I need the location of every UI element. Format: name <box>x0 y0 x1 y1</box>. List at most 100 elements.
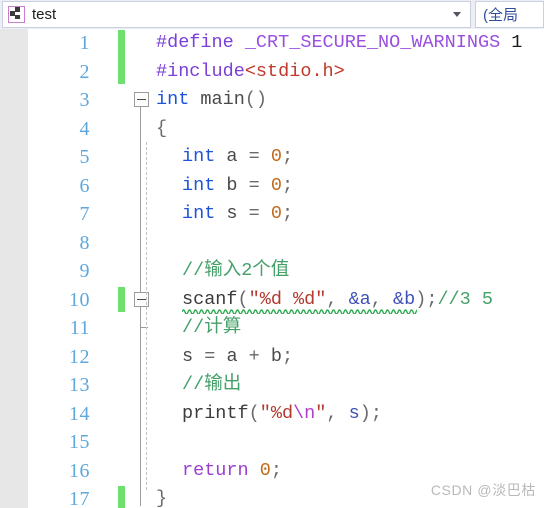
code-token: int <box>182 203 216 224</box>
chevron-down-icon[interactable] <box>453 12 461 17</box>
code-line[interactable]: int a = 0; <box>182 143 293 172</box>
code-token: return <box>182 459 249 481</box>
line-number: 14 <box>69 402 90 425</box>
code-token: = <box>248 203 271 224</box>
csdn-watermark: CSDN @淡巴枯 <box>430 482 536 498</box>
line-number: 5 <box>79 146 90 168</box>
code-token: { <box>156 117 168 139</box>
code-token: ; <box>426 288 438 310</box>
code-token: 0 <box>259 459 271 481</box>
line-number: 1 <box>79 32 90 54</box>
code-token: 0 <box>270 203 282 224</box>
code-token: int <box>156 89 190 110</box>
code-token: , <box>326 402 349 424</box>
line-number: 10 <box>69 288 90 311</box>
code-token: b <box>215 174 249 196</box>
code-line[interactable]: } <box>156 485 167 508</box>
scanf-deprecated-squiggle <box>182 308 417 314</box>
code-token: = <box>248 174 271 196</box>
project-name-label: test <box>32 6 57 23</box>
code-token: &a <box>348 288 371 310</box>
code-token: _CRT_SECURE_NO_WARNINGS <box>244 32 501 53</box>
code-line[interactable]: //输出 <box>182 371 241 400</box>
code-token: ) <box>415 288 427 310</box>
code-token: <stdio.h> <box>244 60 345 82</box>
line-number-gutter: 1 2 3 4 5 6 7 8 9 10 11 12 13 14 15 16 17 <box>28 29 100 508</box>
code-line[interactable]: return 0; <box>182 457 282 486</box>
code-token: ; <box>270 459 282 481</box>
code-token: 0 <box>270 146 282 167</box>
code-editor[interactable]: 1 2 3 4 5 6 7 8 9 10 11 12 13 14 15 16 17 #define _CRT_S… <box>0 29 544 508</box>
line-number: 11 <box>69 317 90 339</box>
code-line[interactable]: { <box>156 115 167 144</box>
code-token: = <box>248 146 271 167</box>
code-token: ) <box>359 402 371 424</box>
code-token: s <box>215 203 249 224</box>
visual-studio-editor-window: test (全局 1 2 3 4 5 6 7 8 9 10 11 12 13 14 15 16 17 #defi… <box>0 0 544 508</box>
code-line[interactable]: s = a + b; <box>182 343 293 372</box>
editor-navigation-bar: test (全局 <box>0 0 544 29</box>
member-dropdown-value: (全局 <box>483 7 518 24</box>
line-number: 13 <box>69 374 90 396</box>
line-number: 2 <box>79 60 90 83</box>
change-indicator-bar <box>118 30 125 84</box>
code-text-area[interactable]: #define _CRT_SECURE_NO_WARNINGS 1 #includ… <box>144 29 544 508</box>
line-number: 8 <box>79 231 90 254</box>
code-token: " <box>315 402 327 424</box>
line-number: 15 <box>69 431 90 453</box>
code-token: a <box>226 345 249 367</box>
code-token: ; <box>281 345 294 367</box>
code-token: ( <box>248 402 260 424</box>
code-line[interactable]: //输入2个值 <box>182 257 289 286</box>
code-token: main <box>189 89 245 110</box>
code-line[interactable]: //计算 <box>182 314 241 343</box>
line-number: 12 <box>69 345 90 368</box>
code-token: int <box>182 174 216 196</box>
code-token: //3 5 <box>437 288 493 310</box>
line-number: 17 <box>69 488 90 508</box>
change-indicator-bar <box>118 286 125 312</box>
code-line[interactable]: #include<stdio.h> <box>156 58 345 87</box>
code-line[interactable]: #define _CRT_SECURE_NO_WARNINGS 1 <box>156 29 522 58</box>
code-token: s <box>348 402 360 424</box>
code-token: + <box>248 345 271 367</box>
code-token: 0 <box>270 174 282 196</box>
code-token: ; <box>281 203 294 224</box>
code-token: \n <box>293 402 316 424</box>
code-token: &b <box>393 288 416 310</box>
code-token: 1 <box>500 32 523 53</box>
code-token: ( <box>237 288 249 310</box>
code-token: s <box>182 345 205 367</box>
line-number: 7 <box>79 203 90 225</box>
code-token: b <box>270 345 282 367</box>
member-dropdown[interactable]: (全局 <box>475 1 544 28</box>
code-token: #include <box>156 60 245 82</box>
code-token: () <box>244 89 268 110</box>
code-token: printf <box>182 402 249 424</box>
code-line[interactable]: printf("%d\n", s); <box>182 400 382 429</box>
line-number: 4 <box>79 117 90 140</box>
code-token: int <box>182 146 216 167</box>
line-number: 16 <box>69 459 90 482</box>
code-line[interactable]: int main() <box>156 86 267 115</box>
indent-guide <box>146 142 147 490</box>
code-line[interactable]: int s = 0; <box>182 200 293 229</box>
code-token: "%d %d" <box>248 288 327 310</box>
line-number: 3 <box>79 89 90 111</box>
code-token: #define <box>156 32 245 53</box>
code-token: a <box>215 146 249 167</box>
scope-dropdown[interactable]: test <box>2 1 471 28</box>
change-indicator-bar <box>118 486 125 508</box>
code-token: = <box>204 345 227 367</box>
code-token: ; <box>281 174 294 196</box>
selection-margin[interactable] <box>0 29 28 508</box>
code-line[interactable]: int b = 0; <box>182 172 293 201</box>
code-token: ; <box>281 146 294 167</box>
line-number: 9 <box>79 260 90 282</box>
cpp-project-icon <box>8 6 25 23</box>
code-token: ; <box>370 402 382 424</box>
code-token: scanf <box>182 288 238 310</box>
code-token: , <box>370 288 393 310</box>
code-token: "%d <box>259 402 294 424</box>
